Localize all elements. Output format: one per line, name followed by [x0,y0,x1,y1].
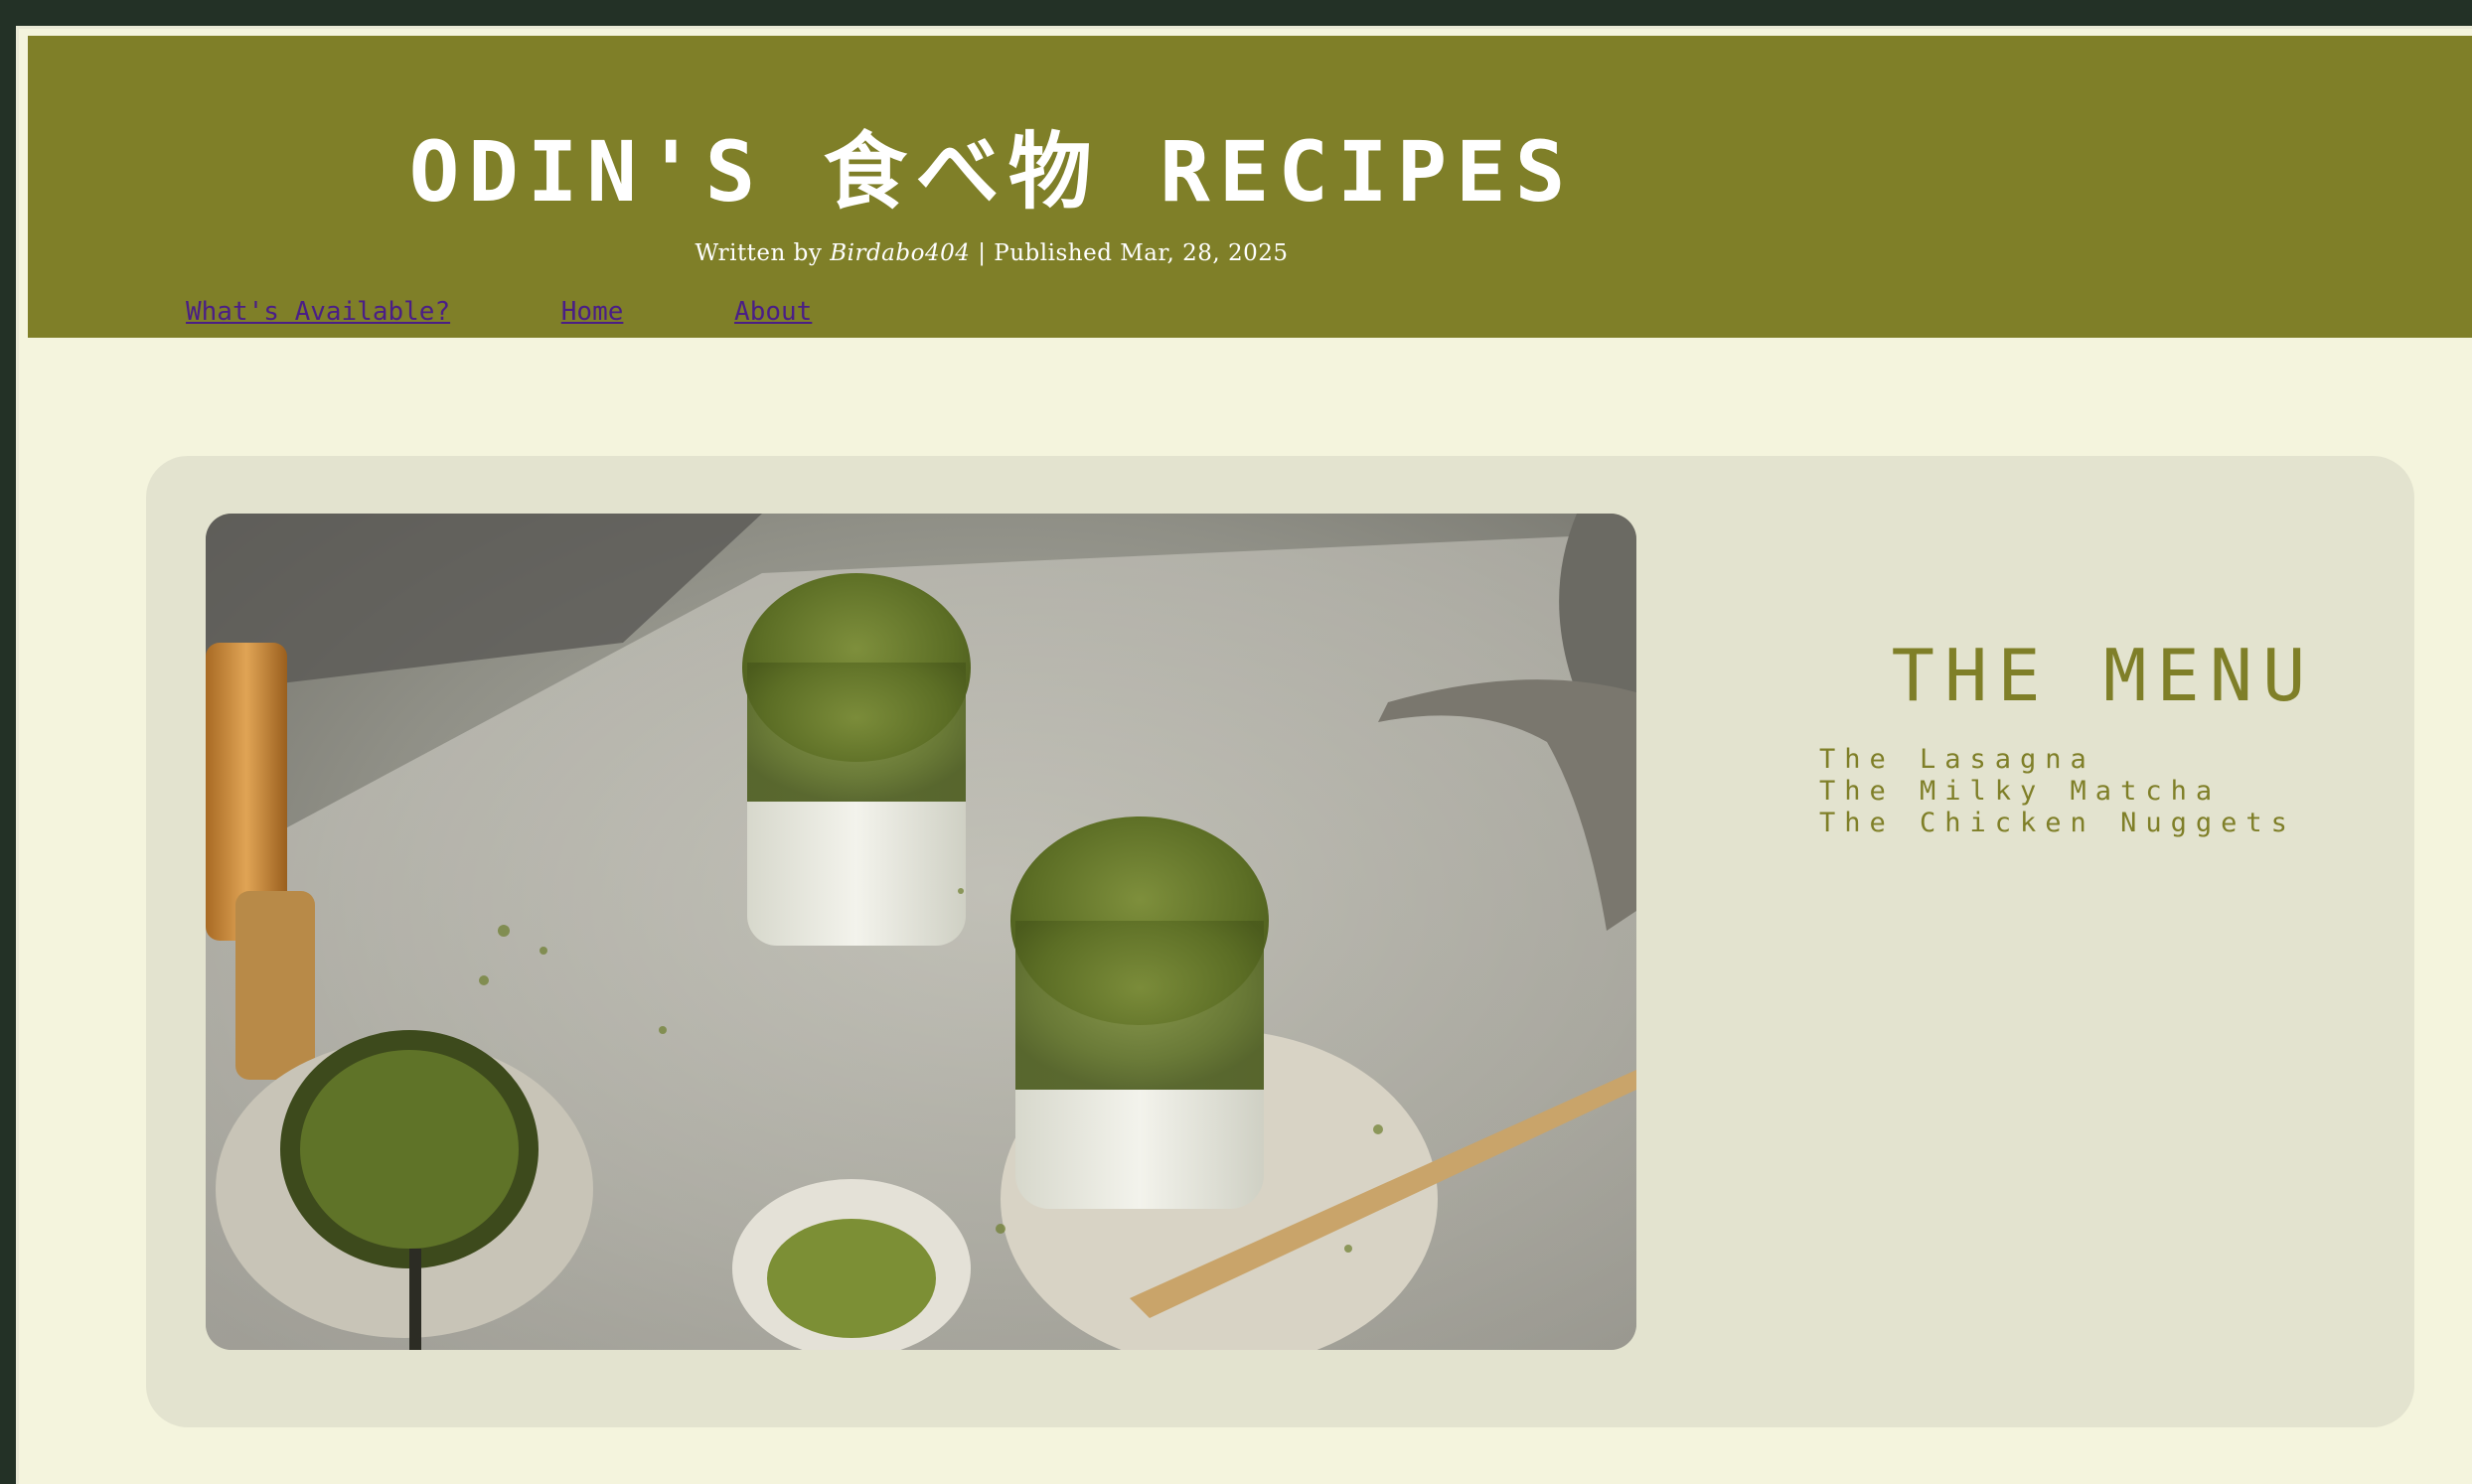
menu-item-chicken-nuggets[interactable]: The Chicken Nuggets [1819,808,2296,839]
featured-card: THE MENU The Lasagna The Milky Matcha Th… [146,456,2414,1427]
matcha-photo [206,514,1636,1350]
main-nav: What's Available? Home About [186,299,907,325]
site-title: ODIN'S 食べ物 RECIPES [408,123,1575,221]
menu-title: THE MENU [1891,634,2316,717]
nav-link-about[interactable]: About [734,297,812,327]
matcha-photo-illustration [206,514,1636,1350]
nav-link-home[interactable]: Home [561,297,624,327]
byline-prefix: Written by [695,240,823,266]
menu-item-lasagna[interactable]: The Lasagna [1819,744,2296,776]
nav-link-whats-available[interactable]: What's Available? [186,297,450,327]
menu-item-milky-matcha[interactable]: The Milky Matcha [1819,776,2296,808]
browser-viewport: ODIN'S 食べ物 RECIPES Written by Birdabo404… [16,26,2472,1484]
byline-author: Birdabo404 [830,240,971,266]
byline-published: | Published Mar, 28, 2025 [978,240,1289,266]
menu-list: The Lasagna The Milky Matcha The Chicken… [1819,744,2296,839]
byline: Written by Birdabo404 | Published Mar, 2… [28,242,1955,265]
site-header: ODIN'S 食べ物 RECIPES Written by Birdabo404… [28,36,2472,338]
